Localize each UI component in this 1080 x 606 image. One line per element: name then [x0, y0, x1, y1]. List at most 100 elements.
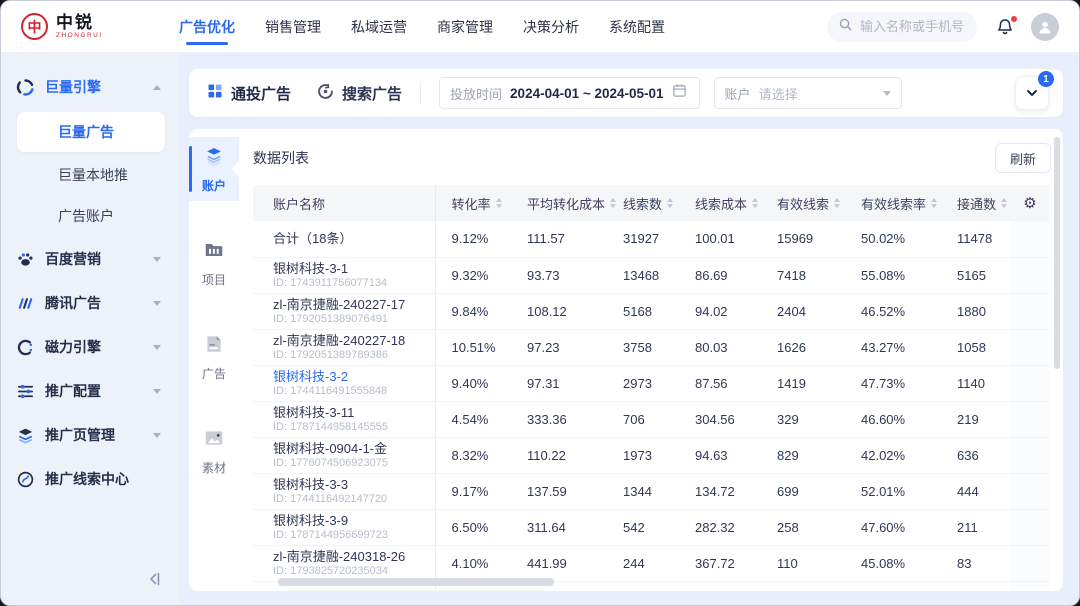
metric-cell: 13468 — [607, 257, 679, 293]
column-header-account-name: 账户名称 — [253, 185, 435, 221]
metric-cell: 258 — [761, 509, 845, 545]
sidebar-group-promo-config[interactable]: 推广配置 — [1, 369, 179, 413]
account-name[interactable]: 银树科技-3-2 — [273, 369, 429, 384]
account-name[interactable]: zl-南京捷融-240318-26 — [273, 549, 429, 564]
logo-subtitle: ZHONGRUI — [56, 33, 103, 40]
tab-project[interactable]: 项目 — [189, 231, 239, 295]
metric-cell: 3758 — [607, 329, 679, 365]
account-name[interactable]: 银树科技-3-11 — [273, 405, 429, 420]
sidebar-item-ad-account[interactable]: 广告账户 — [1, 196, 179, 236]
valid-leads-link[interactable]: 1419 — [761, 365, 845, 401]
column-header-leads: 线索数 — [607, 185, 679, 221]
sort-icon[interactable] — [496, 198, 502, 208]
metric-cell: 15969 — [761, 221, 845, 257]
chevron-down-icon — [153, 389, 161, 394]
compass-icon — [317, 83, 334, 104]
refresh-button[interactable]: 刷新 — [995, 143, 1051, 173]
tab-ad[interactable]: 广告 — [189, 325, 239, 389]
nav-sales-management[interactable]: 销售管理 — [265, 1, 321, 52]
metric-cell: 86.69 — [679, 257, 761, 293]
metric-cell: 80.03 — [679, 329, 761, 365]
nav-ad-optimization[interactable]: 广告优化 — [179, 1, 235, 52]
sort-icon[interactable] — [667, 198, 673, 208]
metric-cell: 4.10% — [435, 545, 511, 581]
metric-cell: 97.23 — [511, 329, 607, 365]
metric-cell: 6.50% — [435, 509, 511, 545]
metric-cell: 311.64 — [511, 509, 607, 545]
vertical-scrollbar[interactable] — [1054, 137, 1060, 369]
account-name[interactable]: 银树科技-3-9 — [273, 513, 429, 528]
sort-icon[interactable] — [931, 198, 937, 208]
user-avatar[interactable] — [1031, 13, 1059, 41]
filter-bar: 通投广告 搜索广告 投放时间 2024-04-01 ~ 2024-05-01 账… — [189, 69, 1063, 117]
nav-system-config[interactable]: 系统配置 — [609, 1, 665, 52]
metric-cell: 42.02% — [845, 437, 941, 473]
metric-cell: 110 — [761, 545, 845, 581]
column-header-lead-cost: 线索成本 — [679, 185, 761, 221]
sidebar-group-magnetic-engine[interactable]: 磁力引擎 — [1, 325, 179, 369]
tencent-ads-icon — [16, 294, 35, 313]
sidebar-group-baidu[interactable]: 百度营销 — [1, 237, 179, 281]
metric-cell: 134.72 — [679, 473, 761, 509]
table-row[interactable]: 银树科技-0904-1-金ID: 1776074506923075 8.32% … — [253, 437, 1049, 473]
metric-cell: 542 — [607, 509, 679, 545]
sort-icon[interactable] — [752, 198, 758, 208]
table-row[interactable]: zl-南京捷融-240318-26ID: 1793825720235034 4.… — [253, 545, 1049, 581]
table-row[interactable]: 银树科技-3-11ID: 1787144958145555 4.54% 333.… — [253, 401, 1049, 437]
table-row[interactable]: 银树科技-3-3ID: 1744116492147720 9.17% 137.5… — [253, 473, 1049, 509]
tab-search-ads[interactable]: 搜索广告 — [317, 83, 402, 104]
notification-bell-icon[interactable] — [995, 17, 1015, 37]
account-name[interactable]: zl-南京捷融-240227-17 — [273, 297, 429, 312]
account-name[interactable]: 银树科技-0904-1-金 — [273, 441, 429, 456]
table-row[interactable]: zl-南京捷融-240227-17ID: 1792051389076491 9.… — [253, 293, 1049, 329]
sidebar-group-promo-pages[interactable]: 推广页管理 — [1, 413, 179, 457]
tab-feed-ads[interactable]: 通投广告 — [207, 83, 291, 104]
nav-private-domain[interactable]: 私域运营 — [351, 1, 407, 52]
table-row[interactable]: 银树科技-3-9ID: 1787144956699723 6.50% 311.6… — [253, 509, 1049, 545]
sort-icon[interactable] — [610, 198, 616, 208]
table-row[interactable]: zl-南京捷融-240227-18ID: 1792051389789386 10… — [253, 329, 1049, 365]
sidebar-group-lead-center[interactable]: 推广线索中心 — [1, 457, 179, 501]
nav-decision-analysis[interactable]: 决策分析 — [523, 1, 579, 52]
filter-count-badge: 1 — [1038, 71, 1054, 87]
tab-account[interactable]: 账户 — [189, 137, 239, 201]
tab-label: 账户 — [202, 177, 226, 194]
expand-filters-button[interactable]: 1 — [1015, 76, 1049, 110]
metric-cell: 9.40% — [435, 365, 511, 401]
search-input[interactable] — [858, 18, 968, 35]
date-label: 投放时间 — [450, 84, 502, 103]
account-select[interactable]: 账户 请选择 — [714, 77, 902, 109]
sort-icon[interactable] — [834, 198, 840, 208]
data-list-title: 数据列表 — [253, 148, 309, 168]
sort-icon[interactable] — [1001, 198, 1007, 208]
sidebar-item-juliang-ad[interactable]: 巨量广告 — [17, 112, 165, 152]
account-name[interactable]: 银树科技-3-1 — [273, 261, 429, 276]
date-range-picker[interactable]: 投放时间 2024-04-01 ~ 2024-05-01 — [439, 77, 700, 109]
account-label: 账户 — [725, 84, 751, 103]
sidebar-item-juliang-local[interactable]: 巨量本地推 — [1, 155, 179, 195]
sidebar-collapse-icon[interactable] — [145, 570, 163, 593]
table-row-selected[interactable]: 银树科技-3-2ID: 1744116491555848 9.40% 97.31… — [253, 365, 1049, 401]
sidebar: 巨量引擎 巨量广告 巨量本地推 广告账户 百度营销 腾讯广告 磁力引擎 — [1, 53, 179, 605]
metric-cell: 9.84% — [435, 293, 511, 329]
nav-merchant-management[interactable]: 商家管理 — [437, 1, 493, 52]
account-id: ID: 1793825720235034 — [273, 565, 429, 578]
tab-material[interactable]: 素材 — [189, 419, 239, 483]
gear-icon[interactable]: ⚙ — [1023, 195, 1036, 212]
account-name[interactable]: 银树科技-3-3 — [273, 477, 429, 492]
lead-center-icon — [16, 470, 35, 489]
metric-cell: 5165 — [941, 257, 1011, 293]
horizontal-scrollbar[interactable] — [278, 578, 554, 586]
global-search[interactable] — [827, 12, 977, 42]
account-name[interactable]: zl-南京捷融-240227-18 — [273, 333, 429, 348]
leads-link[interactable]: 2973 — [607, 365, 679, 401]
sidebar-group-tencent[interactable]: 腾讯广告 — [1, 281, 179, 325]
metric-cell: 333.36 — [511, 401, 607, 437]
chevron-down-icon — [883, 91, 891, 96]
sidebar-group-ocean-engine[interactable]: 巨量引擎 — [1, 65, 179, 109]
summary-label: 合计（18条） — [273, 231, 352, 246]
ocean-engine-icon — [16, 78, 35, 97]
table-row[interactable]: 银树科技-3-1ID: 1743911756077134 9.32% 93.73… — [253, 257, 1049, 293]
metric-cell: 1626 — [761, 329, 845, 365]
metric-cell: 55.08% — [845, 257, 941, 293]
